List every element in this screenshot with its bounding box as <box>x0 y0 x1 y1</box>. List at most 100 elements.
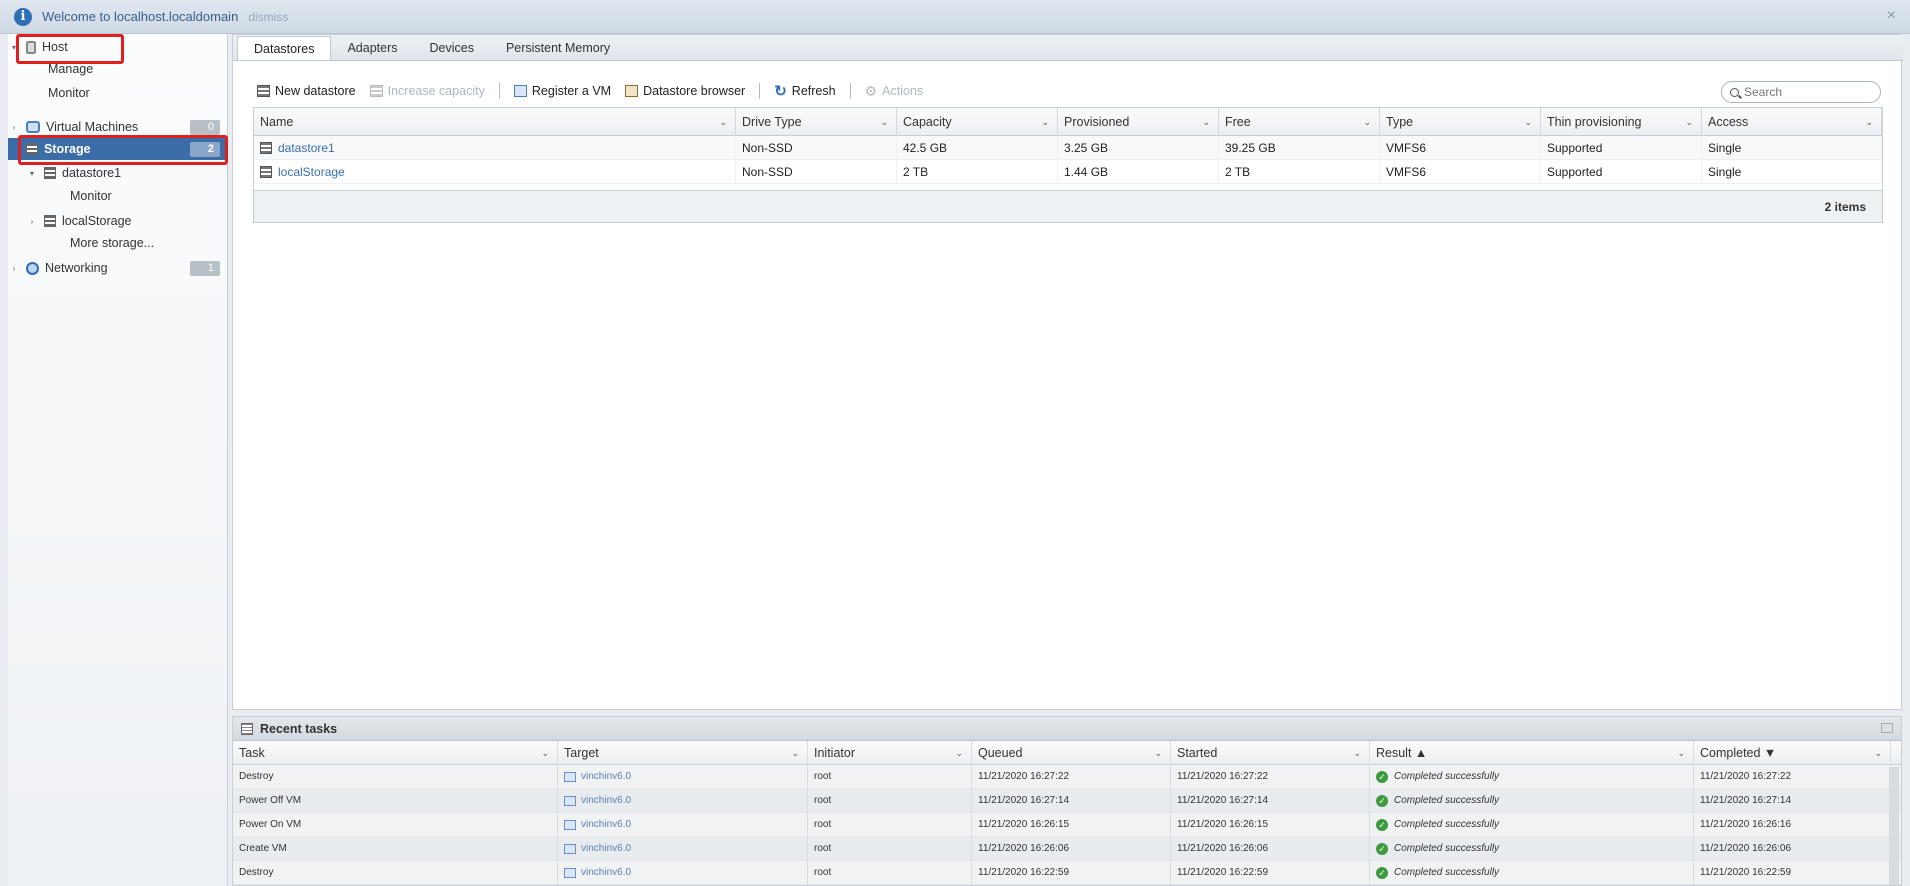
col-header-provisioned[interactable]: Provisioned ⌄ <box>1058 108 1219 136</box>
col-header-result[interactable]: Result ▲ ⌄ <box>1370 741 1694 765</box>
navigator-sidebar: ▾ Host Manage Monitor › Virtual Machines… <box>8 34 228 886</box>
chevron-down-icon[interactable]: ⌄ <box>1202 108 1210 136</box>
recent-tasks-panel: Recent tasks Task ⌄ Target ⌄ Initiator ⌄ Qu… <box>232 716 1902 886</box>
chevron-down-icon[interactable]: ⌄ <box>955 741 963 765</box>
refresh-button[interactable]: ↻ Refresh <box>774 82 835 100</box>
nav-datastore1-label: datastore1 <box>62 166 122 180</box>
tab-adapters[interactable]: Adapters <box>331 36 413 60</box>
tab-persistent-memory[interactable]: Persistent Memory <box>490 36 626 60</box>
table-row[interactable]: datastore1 Non-SSD 42.5 GB 3.25 GB 39.25… <box>254 136 1882 160</box>
recent-tasks-header[interactable]: Recent tasks <box>233 717 1901 741</box>
col-header-free[interactable]: Free ⌄ <box>1219 108 1380 136</box>
task-result: Completed successfully <box>1394 867 1500 878</box>
tasks-scrollbar[interactable] <box>1889 767 1899 885</box>
datastore-icon <box>260 142 272 154</box>
toolbar-separator <box>498 83 500 99</box>
task-queued: 11/21/2020 16:26:15 <box>972 813 1171 837</box>
new-datastore-button[interactable]: New datastore <box>257 84 356 98</box>
expand-arrow-icon[interactable]: › <box>8 264 20 273</box>
col-header-task[interactable]: Task ⌄ <box>233 741 558 765</box>
task-completed: 11/21/2020 16:27:22 <box>1694 765 1891 789</box>
task-target-link[interactable]: vinchinv6.0 <box>581 765 631 789</box>
chevron-down-icon[interactable]: ⌄ <box>1677 741 1685 765</box>
chevron-down-icon[interactable]: ⌄ <box>1041 108 1049 136</box>
col-header-queued[interactable]: Queued ⌄ <box>972 741 1171 765</box>
col-header-drive-type[interactable]: Drive Type ⌄ <box>736 108 897 136</box>
check-success-icon: ✓ <box>1376 867 1388 879</box>
col-header-started[interactable]: Started ⌄ <box>1171 741 1370 765</box>
task-completed: 11/21/2020 16:26:16 <box>1694 813 1891 837</box>
col-header-access[interactable]: Access ⌄ <box>1702 108 1882 136</box>
task-target-link[interactable]: vinchinv6.0 <box>581 837 631 861</box>
expand-arrow-icon[interactable]: › <box>26 217 38 226</box>
chevron-down-icon[interactable]: ⌄ <box>541 741 549 765</box>
chevron-down-icon[interactable]: ⌄ <box>1865 108 1873 136</box>
datastore-icon <box>44 215 56 227</box>
task-initiator: root <box>808 789 972 813</box>
task-target-link[interactable]: vinchinv6.0 <box>581 861 631 885</box>
table-row[interactable]: localStorage Non-SSD 2 TB 1.44 GB 2 TB V… <box>254 160 1882 184</box>
dismiss-link[interactable]: dismiss <box>248 10 288 24</box>
chevron-down-icon[interactable]: ⌄ <box>1685 108 1693 136</box>
datastore-add-icon <box>257 85 270 97</box>
col-header-type[interactable]: Type ⌄ <box>1380 108 1541 136</box>
nav-more-storage[interactable]: More storage... <box>8 232 228 254</box>
gear-icon: ⚙ <box>864 82 878 99</box>
task-target-link[interactable]: vinchinv6.0 <box>581 813 631 837</box>
chevron-down-icon[interactable]: ⌄ <box>1874 741 1882 765</box>
task-result: Completed successfully <box>1394 795 1500 806</box>
collapse-icon[interactable] <box>1881 723 1893 733</box>
chevron-down-icon[interactable]: ⌄ <box>1363 108 1371 136</box>
table-row[interactable]: Destroy vinchinv6.0 root 11/21/2020 16:27:2… <box>233 765 1901 789</box>
expand-arrow-icon[interactable]: ▾ <box>26 169 38 178</box>
virtual-machine-icon <box>564 820 576 830</box>
chevron-down-icon[interactable]: ⌄ <box>719 108 727 136</box>
col-header-capacity[interactable]: Capacity ⌄ <box>897 108 1058 136</box>
chevron-down-icon[interactable]: ⌄ <box>1353 741 1361 765</box>
chevron-down-icon[interactable]: ⌄ <box>791 741 799 765</box>
search-input[interactable] <box>1744 85 1864 99</box>
task-initiator: root <box>808 861 972 885</box>
nav-local-label: localStorage <box>62 214 132 228</box>
tab-datastores[interactable]: Datastores <box>237 36 332 60</box>
nav-networking[interactable]: › Networking 1 <box>8 257 228 279</box>
nav-monitor[interactable]: Monitor <box>8 82 228 104</box>
col-header-completed[interactable]: Completed ▼ ⌄ <box>1694 741 1891 765</box>
datastore-browser-button[interactable]: Datastore browser <box>625 84 745 98</box>
recent-tasks-title: Recent tasks <box>260 721 338 736</box>
nav-localstorage[interactable]: › localStorage <box>8 210 228 232</box>
task-target-link[interactable]: vinchinv6.0 <box>581 789 631 813</box>
virtual-machine-icon <box>564 796 576 806</box>
table-row[interactable]: Power Off VM vinchinv6.0 root 11/21/2020 16… <box>233 789 1901 813</box>
col-header-initiator[interactable]: Initiator ⌄ <box>808 741 972 765</box>
banner-text: Welcome to localhost.localdomain <box>42 9 239 24</box>
table-row[interactable]: Destroy vinchinv6.0 root 11/21/2020 16:22:5… <box>233 861 1901 885</box>
table-row[interactable]: Create VM vinchinv6.0 root 11/21/2020 16:26… <box>233 837 1901 861</box>
actions-button[interactable]: ⚙ Actions <box>865 83 924 100</box>
check-success-icon: ✓ <box>1376 843 1388 855</box>
table-row[interactable]: Power On VM vinchinv6.0 root 11/21/2020 16:… <box>233 813 1901 837</box>
register-vm-button[interactable]: Register a VM <box>513 84 611 98</box>
nav-datastore1[interactable]: ▾ datastore1 <box>8 162 228 184</box>
nav-datastore1-monitor[interactable]: Monitor <box>8 185 228 207</box>
search-box[interactable] <box>1721 81 1881 103</box>
increase-capacity-button[interactable]: Increase capacity <box>369 84 485 98</box>
expand-arrow-icon[interactable]: › <box>8 123 20 132</box>
col-header-thin-provisioning[interactable]: Thin provisioning ⌄ <box>1541 108 1702 136</box>
network-icon <box>26 261 39 275</box>
close-icon[interactable]: × <box>1887 7 1896 25</box>
vms-count-badge: 0 <box>190 119 220 135</box>
check-success-icon: ✓ <box>1376 771 1388 783</box>
tab-devices[interactable]: Devices <box>413 36 489 60</box>
chevron-down-icon[interactable]: ⌄ <box>880 108 888 136</box>
col-header-name[interactable]: Name ⌄ <box>254 108 736 136</box>
chevron-down-icon[interactable]: ⌄ <box>1154 741 1162 765</box>
nav-manage-label: Manage <box>48 62 94 76</box>
chevron-down-icon[interactable]: ⌄ <box>1524 108 1532 136</box>
task-name: Destroy <box>233 765 558 789</box>
task-result: Completed successfully <box>1394 771 1500 782</box>
datastore-name-link[interactable]: datastore1 <box>278 136 335 160</box>
datastore-name-link[interactable]: localStorage <box>278 160 345 184</box>
virtual-machine-icon <box>564 772 576 782</box>
col-header-target[interactable]: Target ⌄ <box>558 741 808 765</box>
